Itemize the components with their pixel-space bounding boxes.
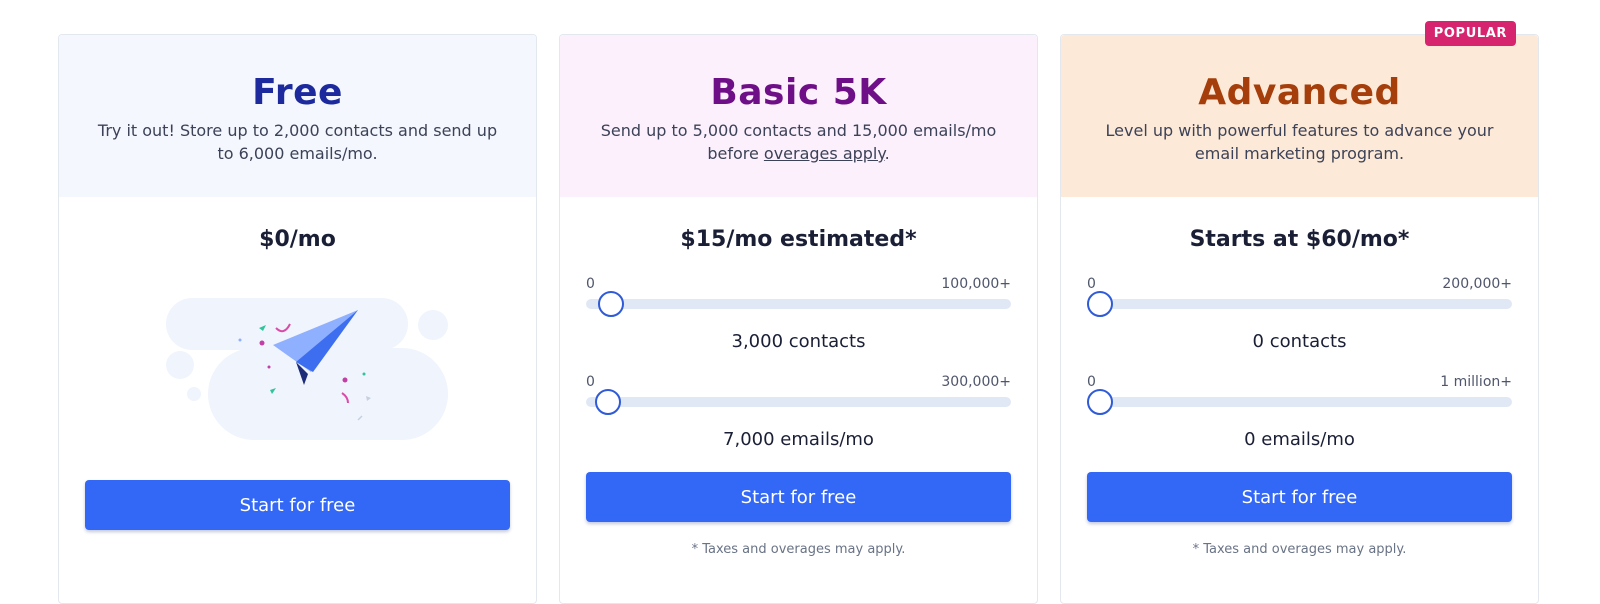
plan-title: Free: [252, 72, 343, 113]
plan-title: Basic 5K: [710, 72, 887, 113]
slider-min-label: 0: [1087, 374, 1096, 390]
contacts-value: 3,000 contacts: [731, 331, 866, 352]
plan-description: Try it out! Store up to 2,000 contacts a…: [97, 121, 498, 163]
slider-track[interactable]: [1087, 389, 1512, 415]
emails-range-labels: 0 1 million+: [1087, 374, 1512, 390]
plan-title: Advanced: [1198, 72, 1401, 113]
description-suffix: .: [884, 144, 890, 163]
emails-range-labels: 0 300,000+: [586, 374, 1011, 390]
taxes-footnote: * Taxes and overages may apply.: [691, 542, 906, 557]
slider-handle[interactable]: [1087, 291, 1113, 317]
plan-description: Send up to 5,000 contacts and 15,000 ema…: [589, 119, 1009, 165]
slider-track[interactable]: [586, 291, 1011, 317]
start-for-free-button[interactable]: Start for free: [85, 480, 510, 530]
paper-plane-icon: [165, 298, 448, 440]
plan-header-free: Free Try it out! Store up to 2,000 conta…: [59, 35, 536, 197]
slider-handle[interactable]: [597, 291, 624, 317]
emails-value: 0 emails/mo: [1244, 429, 1355, 450]
slider-max-label: 1 million+: [1440, 374, 1512, 390]
plan-card-free: Free Try it out! Store up to 2,000 conta…: [58, 34, 537, 604]
slider-min-label: 0: [586, 374, 595, 390]
contacts-slider: 0 200,000+ 0 contacts: [1087, 276, 1512, 352]
start-for-free-button[interactable]: Start for free: [586, 472, 1011, 522]
slider-track[interactable]: [1087, 291, 1512, 317]
plan-card-advanced: POPULAR Advanced Level up with powerful …: [1060, 21, 1539, 604]
emails-slider: 0 300,000+ 7,000 emails/mo: [586, 374, 1011, 450]
plan-price: $0/mo: [259, 227, 336, 252]
contacts-value: 0 contacts: [1252, 331, 1347, 352]
slider-handle[interactable]: [595, 389, 622, 415]
emails-slider: 0 1 million+ 0 emails/mo: [1087, 374, 1512, 450]
start-for-free-button[interactable]: Start for free: [1087, 472, 1512, 522]
slider-max-label: 100,000+: [941, 276, 1011, 292]
pricing-cards: Free Try it out! Store up to 2,000 conta…: [58, 21, 1539, 604]
contacts-range-labels: 0 100,000+: [586, 276, 1011, 292]
slider-max-label: 300,000+: [941, 374, 1011, 390]
plan-price: Starts at $60/mo*: [1189, 227, 1410, 252]
plan-header-basic: Basic 5K Send up to 5,000 contacts and 1…: [560, 35, 1037, 197]
contacts-slider: 0 100,000+ 3,000 contacts: [586, 276, 1011, 352]
plan-price: $15/mo estimated*: [680, 227, 917, 252]
slider-handle[interactable]: [1087, 389, 1113, 415]
slider-min-label: 0: [586, 276, 595, 292]
plan-header-advanced: Advanced Level up with powerful features…: [1061, 35, 1538, 197]
plan-description: Level up with powerful features to advan…: [1105, 121, 1494, 163]
slider-min-label: 0: [1087, 276, 1096, 292]
taxes-footnote: * Taxes and overages may apply.: [1192, 542, 1407, 557]
slider-max-label: 200,000+: [1442, 276, 1512, 292]
contacts-range-labels: 0 200,000+: [1087, 276, 1512, 292]
emails-value: 7,000 emails/mo: [723, 429, 874, 450]
plan-card-basic: Basic 5K Send up to 5,000 contacts and 1…: [559, 34, 1038, 604]
overages-apply-link[interactable]: overages apply: [764, 144, 885, 163]
popular-badge: POPULAR: [1424, 21, 1516, 46]
slider-track[interactable]: [586, 389, 1011, 415]
